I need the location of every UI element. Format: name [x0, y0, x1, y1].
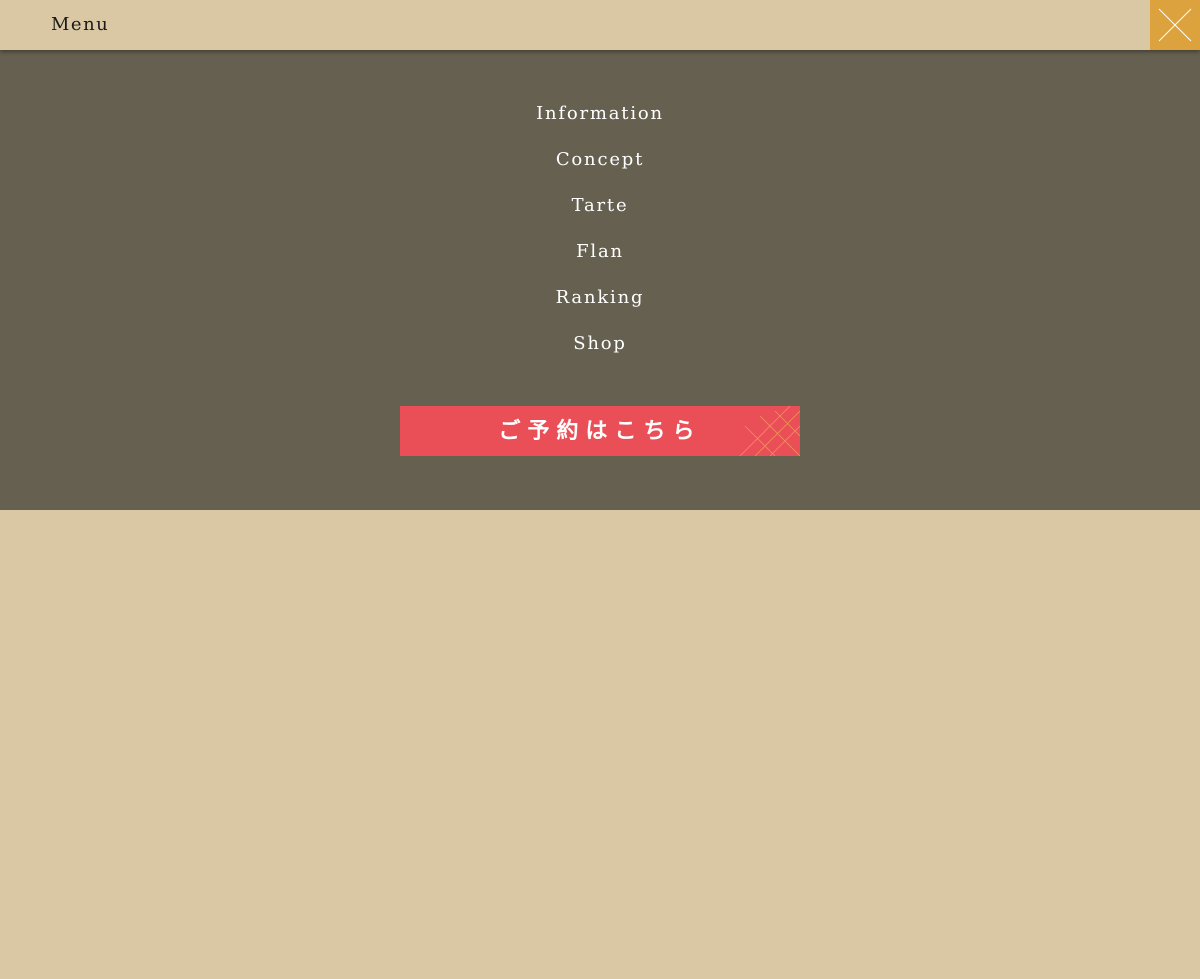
- close-menu-button[interactable]: [1150, 0, 1200, 50]
- menu-panel: Information Concept Tarte Flan Ranking S…: [0, 50, 1200, 510]
- nav-link-shop[interactable]: Shop: [573, 332, 626, 356]
- nav-link-ranking[interactable]: Ranking: [556, 286, 645, 310]
- reservation-label: ご予約はこちら: [498, 418, 702, 444]
- nav-item-shop: Shop: [0, 332, 1200, 378]
- nav-link-flan[interactable]: Flan: [576, 240, 624, 264]
- nav-item-tarte: Tarte: [0, 194, 1200, 240]
- nav-item-information: Information: [0, 102, 1200, 148]
- nav-item-flan: Flan: [0, 240, 1200, 286]
- close-icon: [1158, 8, 1192, 42]
- reservation-button[interactable]: ご予約はこちら: [400, 406, 800, 456]
- menu-title: Menu: [51, 14, 110, 35]
- nav-item-ranking: Ranking: [0, 286, 1200, 332]
- nav-link-information[interactable]: Information: [536, 102, 664, 126]
- nav-list: Information Concept Tarte Flan Ranking S…: [0, 102, 1200, 378]
- nav-link-concept[interactable]: Concept: [556, 148, 644, 172]
- nav-link-tarte[interactable]: Tarte: [572, 194, 629, 218]
- nav-item-concept: Concept: [0, 148, 1200, 194]
- top-bar: Menu: [0, 0, 1200, 50]
